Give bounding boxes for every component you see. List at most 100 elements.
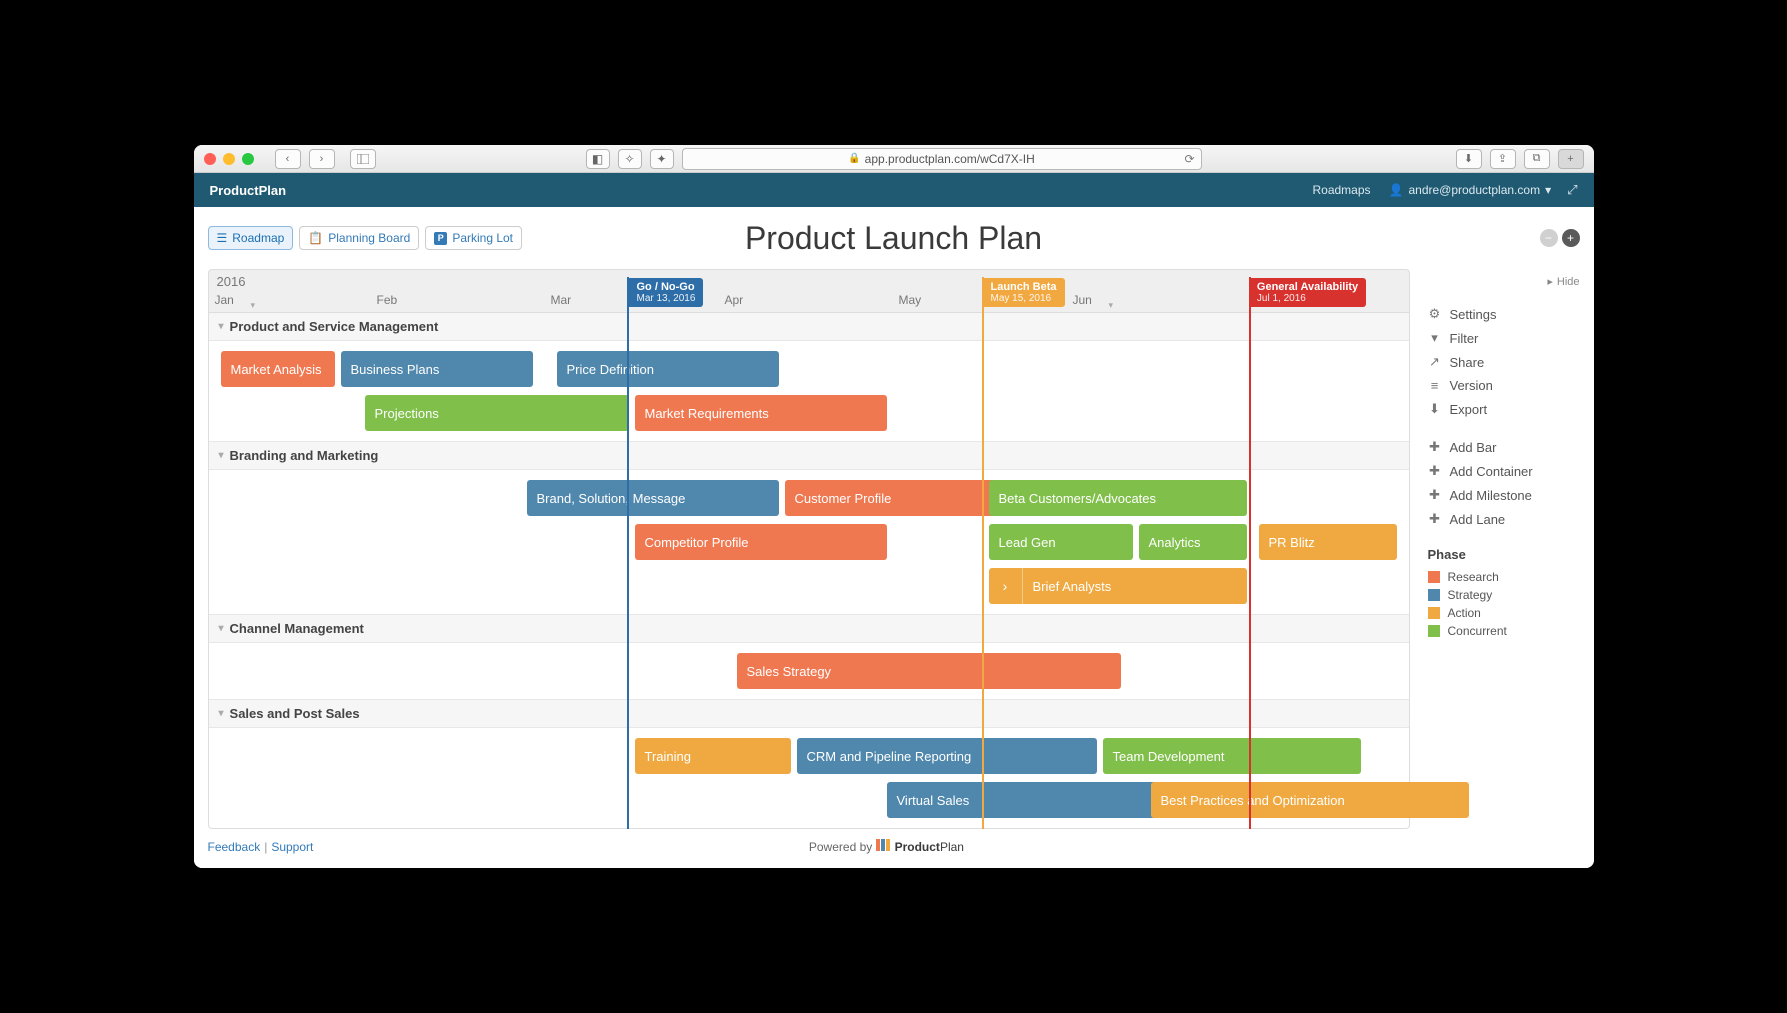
zoom-out-button[interactable]: −: [1540, 229, 1558, 247]
month-label: Jan: [215, 293, 234, 307]
parking-icon: P: [434, 232, 447, 245]
chevron-down-icon: ▾: [219, 708, 224, 719]
roadmap-bar[interactable]: Best Practices and Optimization: [1151, 782, 1469, 818]
lane-row: Market Analysis Business Plans Price Defin…: [209, 347, 1409, 391]
roadmap-bar[interactable]: Brand, Solution, Message: [527, 480, 779, 516]
chevron-down-icon: ▾: [1545, 183, 1551, 197]
new-tab-button[interactable]: +: [1558, 149, 1584, 169]
sidebar-export[interactable]: ⬇Export: [1428, 397, 1580, 421]
zoom-in-button[interactable]: +: [1562, 229, 1580, 247]
sidebar-add-container[interactable]: ✚Add Container: [1428, 459, 1580, 483]
legend-label: Strategy: [1448, 588, 1493, 602]
lane-body: Brand, Solution, MessageCustomer Profile…: [209, 470, 1409, 614]
legend-item[interactable]: Concurrent: [1428, 622, 1580, 640]
sidebar-add-bar[interactable]: ✚Add Bar: [1428, 435, 1580, 459]
hide-sidebar-button[interactable]: ▸ Hide: [1428, 275, 1580, 288]
tab-parking-lot[interactable]: P Parking Lot: [425, 226, 522, 250]
page-title: Product Launch Plan: [745, 220, 1042, 257]
milestone-flag[interactable]: General AvailabilityJul 1, 2016: [1249, 278, 1366, 307]
chevron-right-icon: ▸: [1547, 275, 1553, 288]
sidebar-filter[interactable]: ▾Filter: [1428, 326, 1580, 350]
legend-swatch: [1428, 589, 1440, 601]
traffic-zoom-icon[interactable]: [242, 153, 254, 165]
roadmap-bar[interactable]: PR Blitz: [1259, 524, 1397, 560]
legend-label: Action: [1448, 606, 1481, 620]
milestone-flag[interactable]: Launch BetaMay 15, 2016: [983, 278, 1065, 307]
milestone-date: Jul 1, 2016: [1257, 293, 1358, 304]
feedback-link[interactable]: Feedback: [208, 840, 261, 854]
phase-heading: Phase: [1428, 547, 1580, 562]
sidebar-add-milestone[interactable]: ✚Add Milestone: [1428, 483, 1580, 507]
bar-label: Team Development: [1113, 749, 1225, 764]
export-icon: ⬇: [1428, 401, 1442, 417]
roadmap-bar[interactable]: Lead Gen: [989, 524, 1133, 560]
sidebar-version[interactable]: ≡Version: [1428, 374, 1580, 397]
extension-icon[interactable]: ✧: [618, 149, 642, 169]
roadmap-bar[interactable]: Business Plans: [341, 351, 533, 387]
lane-row: ProjectionsMarket Requirements: [209, 391, 1409, 435]
roadmap-bar[interactable]: Training: [635, 738, 791, 774]
nav-back-button[interactable]: ‹: [275, 149, 301, 169]
milestone-flag[interactable]: Go / No-GoMar 13, 2016: [629, 278, 704, 307]
reload-icon[interactable]: ⟳: [1184, 152, 1194, 166]
sidebar-add-lane[interactable]: ✚Add Lane: [1428, 507, 1580, 531]
lane-body: Market Analysis Business Plans Price Defin…: [209, 341, 1409, 441]
milestone-date: May 15, 2016: [991, 293, 1057, 304]
productplan-logo: ProductPlan: [876, 839, 964, 854]
bar-label: Business Plans: [351, 362, 440, 377]
roadmap-bar[interactable]: Price Definition: [557, 351, 779, 387]
support-link[interactable]: Support: [271, 840, 313, 854]
chevron-down-icon: ▾: [1109, 300, 1114, 311]
sidebar-settings[interactable]: ⚙Settings: [1428, 302, 1580, 326]
url-bar[interactable]: 🔒 app.productplan.com/wCd7X-IH ⟳: [682, 148, 1202, 170]
bar-label: PR Blitz: [1269, 535, 1315, 550]
chevron-down-icon: ▾: [219, 450, 224, 461]
roadmap-bar[interactable]: Market Requirements: [635, 395, 887, 431]
nav-forward-button[interactable]: ›: [309, 149, 335, 169]
sidebar-add-lane-label: Add Lane: [1450, 512, 1506, 527]
user-menu[interactable]: 👤 andre@productplan.com ▾: [1389, 183, 1552, 197]
lane-header[interactable]: ▾Sales and Post Sales: [209, 700, 1409, 728]
sidebar-add-milestone-label: Add Milestone: [1450, 488, 1532, 503]
lane-row: Virtual SalesBest Practices and Optimiza…: [209, 778, 1409, 822]
bar-label: Best Practices and Optimization: [1161, 793, 1345, 808]
sidebar-share[interactable]: ↗Share: [1428, 350, 1580, 374]
roadmap-bar[interactable]: CRM and Pipeline Reporting: [797, 738, 1097, 774]
powered-label: Powered by: [809, 840, 872, 854]
lane-header[interactable]: ▾ Branding and Marketing: [209, 442, 1409, 470]
lane-title: Channel Management: [230, 621, 364, 636]
bar-label: Market Analysis: [231, 362, 322, 377]
roadmap-bar[interactable]: Competitor Profile: [635, 524, 887, 560]
download-button[interactable]: ⬇: [1456, 149, 1482, 169]
tab-planning-board[interactable]: 📋 Planning Board: [299, 226, 419, 250]
legend-item[interactable]: Research: [1428, 568, 1580, 586]
nav-roadmaps[interactable]: Roadmaps: [1312, 183, 1370, 197]
fullscreen-icon[interactable]: ⤢: [1567, 182, 1577, 198]
lane-title: Branding and Marketing: [230, 448, 379, 463]
roadmap-bar[interactable]: Beta Customers/Advocates: [989, 480, 1247, 516]
lane-header[interactable]: ▾Product and Service Management: [209, 313, 1409, 341]
roadmap-icon: ☰: [217, 231, 228, 245]
timeline-header: 2016 Jan▾FebMarAprMayJun▾ Go / No-GoMar …: [208, 269, 1410, 313]
extension-icon[interactable]: ✦: [650, 149, 674, 169]
roadmap-bar[interactable]: Team Development: [1103, 738, 1361, 774]
tab-roadmap[interactable]: ☰ Roadmap: [208, 226, 294, 250]
legend-item[interactable]: Strategy: [1428, 586, 1580, 604]
month-label: Feb: [377, 293, 398, 307]
roadmap-bar[interactable]: Sales Strategy: [737, 653, 1121, 689]
legend-item[interactable]: Action: [1428, 604, 1580, 622]
lane-row: Brand, Solution, MessageCustomer Profile…: [209, 476, 1409, 520]
extension-icon[interactable]: ◧: [586, 149, 610, 169]
roadmap-bar[interactable]: Projections: [365, 395, 629, 431]
sidebar-toggle-button[interactable]: [350, 149, 376, 169]
traffic-close-icon[interactable]: [204, 153, 216, 165]
roadmap-bar[interactable]: ›Brief Analysts: [989, 568, 1247, 604]
traffic-minimize-icon[interactable]: [223, 153, 235, 165]
lane-header[interactable]: ▾Channel Management: [209, 615, 1409, 643]
tabs-button[interactable]: ⧉: [1524, 149, 1550, 169]
roadmap-bar[interactable]: Analytics: [1139, 524, 1247, 560]
bar-label: Competitor Profile: [645, 535, 749, 550]
share-button[interactable]: ⇪: [1490, 149, 1516, 169]
month-label: Jun: [1073, 293, 1092, 307]
roadmap-bar[interactable]: Market Analysis: [221, 351, 335, 387]
